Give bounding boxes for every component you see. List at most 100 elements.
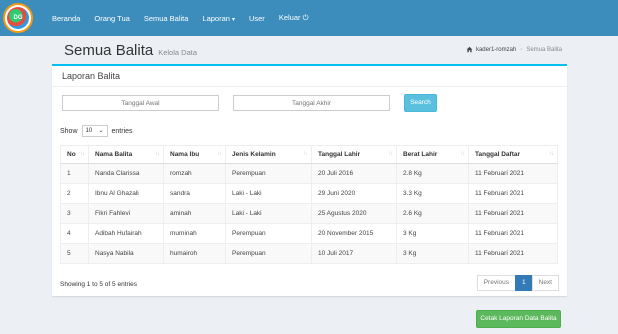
cell-tanggal-daftar: 11 Februari 2021 <box>468 243 558 264</box>
cell-jenis-kelamin: Laki - Laki <box>225 203 312 224</box>
cell-no: 5 <box>60 243 89 264</box>
table-row: 5 Nasya Nabila humairoh Perempuan 10 Jul… <box>60 243 558 264</box>
balita-table: No ↑↓ Nama Balita ↑↓ Nama Ibu ↑↓ Jenis Kela… <box>60 145 558 264</box>
cell-nama-balita: Nanda Clarissa <box>88 163 164 184</box>
cell-nama-ibu: muminah <box>163 223 226 244</box>
report-box: Laporan Balita Search Show 10 ⌄ entries N… <box>52 64 567 296</box>
cell-jenis-kelamin: Perempuan <box>225 223 312 244</box>
cell-no: 4 <box>60 223 89 244</box>
cell-tanggal-daftar: 11 Februari 2021 <box>468 183 558 204</box>
search-button[interactable]: Search <box>404 94 437 112</box>
table-row: 1 Nanda Clarissa romzah Perempuan 20 Jul… <box>60 163 558 184</box>
start-date-input[interactable] <box>62 95 219 111</box>
pagination-page-1[interactable]: 1 <box>515 275 533 291</box>
cell-tanggal-lahir: 10 Juli 2017 <box>311 243 397 264</box>
nav-keluar[interactable]: Keluar ⏻ <box>279 13 309 23</box>
cell-nama-balita: Adibah Hufairah <box>88 223 164 244</box>
chevron-down-icon: ⌄ <box>98 128 104 134</box>
entries-select-value: 10 <box>85 128 93 134</box>
cell-tanggal-daftar: 11 Februari 2021 <box>468 223 558 244</box>
sort-icon: ↑↓ <box>303 151 308 157</box>
cell-no: 3 <box>60 203 89 224</box>
nav-orang-tua[interactable]: Orang Tua <box>94 14 129 23</box>
cell-nama-balita: Nasya Nabila <box>88 243 164 264</box>
table-header-row: No ↑↓ Nama Balita ↑↓ Nama Ibu ↑↓ Jenis Kela… <box>60 145 558 164</box>
sort-icon: ↑↓ <box>549 151 554 157</box>
box-title: Laporan Balita <box>62 71 121 81</box>
nav-user[interactable]: User <box>249 14 265 23</box>
column-header-label: Tanggal Daftar <box>475 151 521 158</box>
page-title: Semua Balita <box>64 42 154 59</box>
sort-icon: ↑↓ <box>155 151 160 157</box>
end-date-input[interactable] <box>233 95 390 111</box>
cell-tanggal-lahir: 25 Agustus 2020 <box>311 203 397 224</box>
page-subtitle: Kelola Data <box>158 48 197 57</box>
breadcrumb-current: Semua Balita <box>526 46 562 53</box>
cell-nama-ibu: sandra <box>163 183 226 204</box>
print-report-button[interactable]: Cetak Laporan Data Balita <box>476 310 561 328</box>
entries-label: entries <box>111 127 133 135</box>
nav-laporan-label: Laporan <box>202 13 230 23</box>
nav-semua-balita[interactable]: Semua Balita <box>144 14 189 23</box>
breadcrumb-separator: › <box>520 46 523 53</box>
cell-nama-balita: Fikri Fahlevi <box>88 203 164 224</box>
nav-links: Beranda Orang Tua Semua Balita Laporan ▾ … <box>52 0 323 36</box>
logout-icon: ⏻ <box>302 13 309 22</box>
entries-length: Show 10 ⌄ entries <box>60 125 133 137</box>
cell-jenis-kelamin: Perempuan <box>225 243 312 264</box>
cell-no: 1 <box>60 163 89 184</box>
pagination: Previous 1 Next <box>476 275 559 291</box>
cell-nama-balita: Ibnu Al Ghazali <box>88 183 164 204</box>
column-header-label: Tanggal Lahir <box>318 151 361 158</box>
nav-beranda[interactable]: Beranda <box>52 14 80 23</box>
content-header: Semua Balita Kelola Data <box>64 42 197 59</box>
column-header-tanggal-daftar[interactable]: Tanggal Daftar ↑↓ <box>468 145 558 164</box>
column-header-berat-lahir[interactable]: Berat Lahir ↑↓ <box>396 145 469 164</box>
pagination-next[interactable]: Next <box>531 275 559 291</box>
show-label: Show <box>60 127 78 135</box>
home-icon <box>466 46 473 53</box>
sort-icon: ↑↓ <box>388 151 393 157</box>
cell-nama-ibu: humairoh <box>163 243 226 264</box>
entries-select[interactable]: 10 ⌄ <box>81 125 108 137</box>
column-header-no[interactable]: No ↑↓ <box>60 145 89 164</box>
chevron-down-icon: ▾ <box>231 16 235 23</box>
cell-berat-lahir: 3 Kg <box>396 243 469 264</box>
cell-tanggal-lahir: 20 November 2015 <box>311 223 397 244</box>
logo-icon: DG <box>7 7 29 29</box>
column-header-label: No <box>67 151 76 158</box>
table-row: 3 Fikri Fahlevi aminah Laki - Laki 25 Ag… <box>60 203 558 224</box>
nav-laporan[interactable]: Laporan ▾ <box>202 14 235 23</box>
cell-berat-lahir: 2.6 Kg <box>396 203 469 224</box>
table-row: 4 Adibah Hufairah muminah Perempuan 20 N… <box>60 223 558 244</box>
column-header-nama-balita[interactable]: Nama Balita ↑↓ <box>88 145 164 164</box>
cell-jenis-kelamin: Laki - Laki <box>225 183 312 204</box>
column-header-label: Nama Ibu <box>170 151 200 158</box>
box-divider <box>52 86 567 87</box>
cell-berat-lahir: 3 Kg <box>396 223 469 244</box>
nav-keluar-label: Keluar <box>278 13 301 22</box>
cell-jenis-kelamin: Perempuan <box>225 163 312 184</box>
cell-berat-lahir: 2.8 Kg <box>396 163 469 184</box>
breadcrumb: kader1-romzah › Semua Balita <box>466 46 562 53</box>
sort-icon: ↑↓ <box>80 151 85 157</box>
logo[interactable]: DG <box>3 3 33 33</box>
cell-nama-ibu: romzah <box>163 163 226 184</box>
column-header-label: Jenis Kelamin <box>232 151 276 158</box>
cell-tanggal-lahir: 29 Juni 2020 <box>311 183 397 204</box>
cell-berat-lahir: 3.3 Kg <box>396 183 469 204</box>
table-info: Showing 1 to 5 of 5 entries <box>60 281 137 288</box>
table-row: 2 Ibnu Al Ghazali sandra Laki - Laki 29 … <box>60 183 558 204</box>
cell-tanggal-daftar: 11 Februari 2021 <box>468 163 558 184</box>
column-header-label: Nama Balita <box>95 151 133 158</box>
sort-icon: ↑↓ <box>460 151 465 157</box>
column-header-label: Berat Lahir <box>403 151 438 158</box>
column-header-tanggal-lahir[interactable]: Tanggal Lahir ↑↓ <box>311 145 397 164</box>
column-header-nama-ibu[interactable]: Nama Ibu ↑↓ <box>163 145 226 164</box>
cell-tanggal-daftar: 11 Februari 2021 <box>468 203 558 224</box>
cell-tanggal-lahir: 20 Juli 2016 <box>311 163 397 184</box>
cell-no: 2 <box>60 183 89 204</box>
breadcrumb-user[interactable]: kader1-romzah <box>476 47 516 53</box>
pagination-previous[interactable]: Previous <box>476 275 516 291</box>
column-header-jenis-kelamin[interactable]: Jenis Kelamin ↑↓ <box>225 145 312 164</box>
